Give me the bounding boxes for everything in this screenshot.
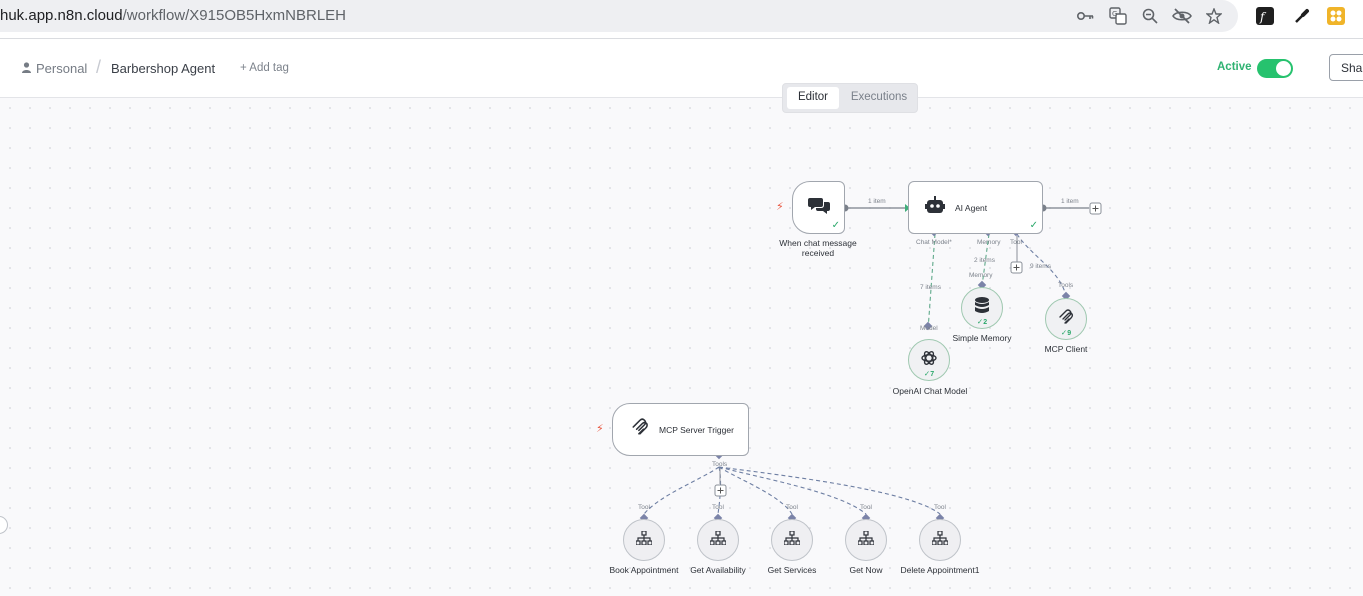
node-mcp-server-trigger[interactable]: MCP Server Trigger (612, 403, 749, 456)
node-label-openai: OpenAI Chat Model (892, 386, 968, 396)
port-label-model-in: Model (920, 325, 938, 332)
node-chat-trigger[interactable]: ✓ (792, 181, 845, 234)
port-label-tool: Tool (1010, 239, 1022, 246)
database-icon (975, 297, 989, 319)
port-label-memory-in: Memory (969, 272, 993, 279)
node-get-now[interactable] (845, 519, 887, 561)
run-count: 7 (930, 371, 935, 378)
node-label-mcp-server-trigger: MCP Server Trigger (659, 424, 734, 435)
node-openai-chat-model[interactable]: ✓7 (908, 339, 950, 381)
port-label-tool-4: Tool (860, 504, 872, 511)
port-label-tool-3: Tool (786, 504, 798, 511)
node-label-simple-memory: Simple Memory (952, 333, 1012, 343)
trigger-bolt-icon: ⚡ (596, 423, 604, 435)
node-label-chat-trigger: When chat message received (779, 238, 857, 258)
node-book-appointment[interactable] (623, 519, 665, 561)
mcp-icon (631, 418, 649, 441)
network-icon (857, 529, 875, 550)
mcp-icon (1058, 308, 1074, 330)
success-check-icon: ✓ (1029, 220, 1038, 231)
port-label-server-tools: Tools (712, 461, 728, 468)
port-label-tool-2: Tool (712, 504, 724, 511)
node-get-services[interactable] (771, 519, 813, 561)
network-icon (931, 529, 949, 550)
node-ai-agent[interactable]: AI Agent ✓ (908, 181, 1043, 234)
robot-icon (925, 196, 945, 219)
network-icon (783, 529, 801, 550)
connections-layer: 1 item 1 item Chat Model* Memory Tool 7 … (638, 198, 1102, 523)
connection-get-services[interactable] (718, 466, 793, 515)
run-count-badge: ✓7 (923, 369, 935, 378)
port-label-memory: Memory (977, 239, 1001, 246)
node-delete-appointment[interactable] (919, 519, 961, 561)
node-label-ai-agent: AI Agent (955, 202, 988, 213)
edge-label-model-items: 7 items (920, 284, 942, 291)
port-label-tool-5: Tool (934, 504, 946, 511)
run-count: 9 (1067, 330, 1072, 337)
node-mcp-client[interactable]: ✓9 (1045, 298, 1087, 340)
connection-book-appointment[interactable] (643, 466, 720, 515)
network-icon (709, 529, 727, 550)
node-label-mcp-client: MCP Client (1044, 344, 1088, 354)
edge-label-tool-items: 9 items (1030, 263, 1052, 270)
chat-bubbles-icon (807, 196, 830, 219)
port-label-tool-1: Tool (638, 504, 650, 511)
edge-label-chat-agent: 1 item (868, 198, 886, 205)
port-label-tools-in: Tools (1058, 282, 1074, 289)
run-count-badge: ✓2 (976, 317, 988, 326)
node-simple-memory[interactable]: ✓2 (961, 287, 1003, 329)
connection-delete-appointment[interactable] (718, 466, 941, 515)
node-get-availability[interactable] (697, 519, 739, 561)
run-count-badge: ✓9 (1060, 328, 1072, 337)
edge-label-agent-out: 1 item (1061, 198, 1079, 205)
edge-label-memory-items: 2 items (974, 257, 996, 264)
node-label-delete-appointment: Delete Appointment1 (900, 565, 980, 575)
connection-model[interactable] (927, 233, 936, 331)
network-icon (635, 529, 653, 550)
port-label-chat-model: Chat Model* (916, 239, 952, 246)
run-count: 2 (983, 319, 988, 326)
trigger-bolt-icon: ⚡ (776, 201, 784, 213)
success-check-icon: ✓ (831, 220, 840, 231)
